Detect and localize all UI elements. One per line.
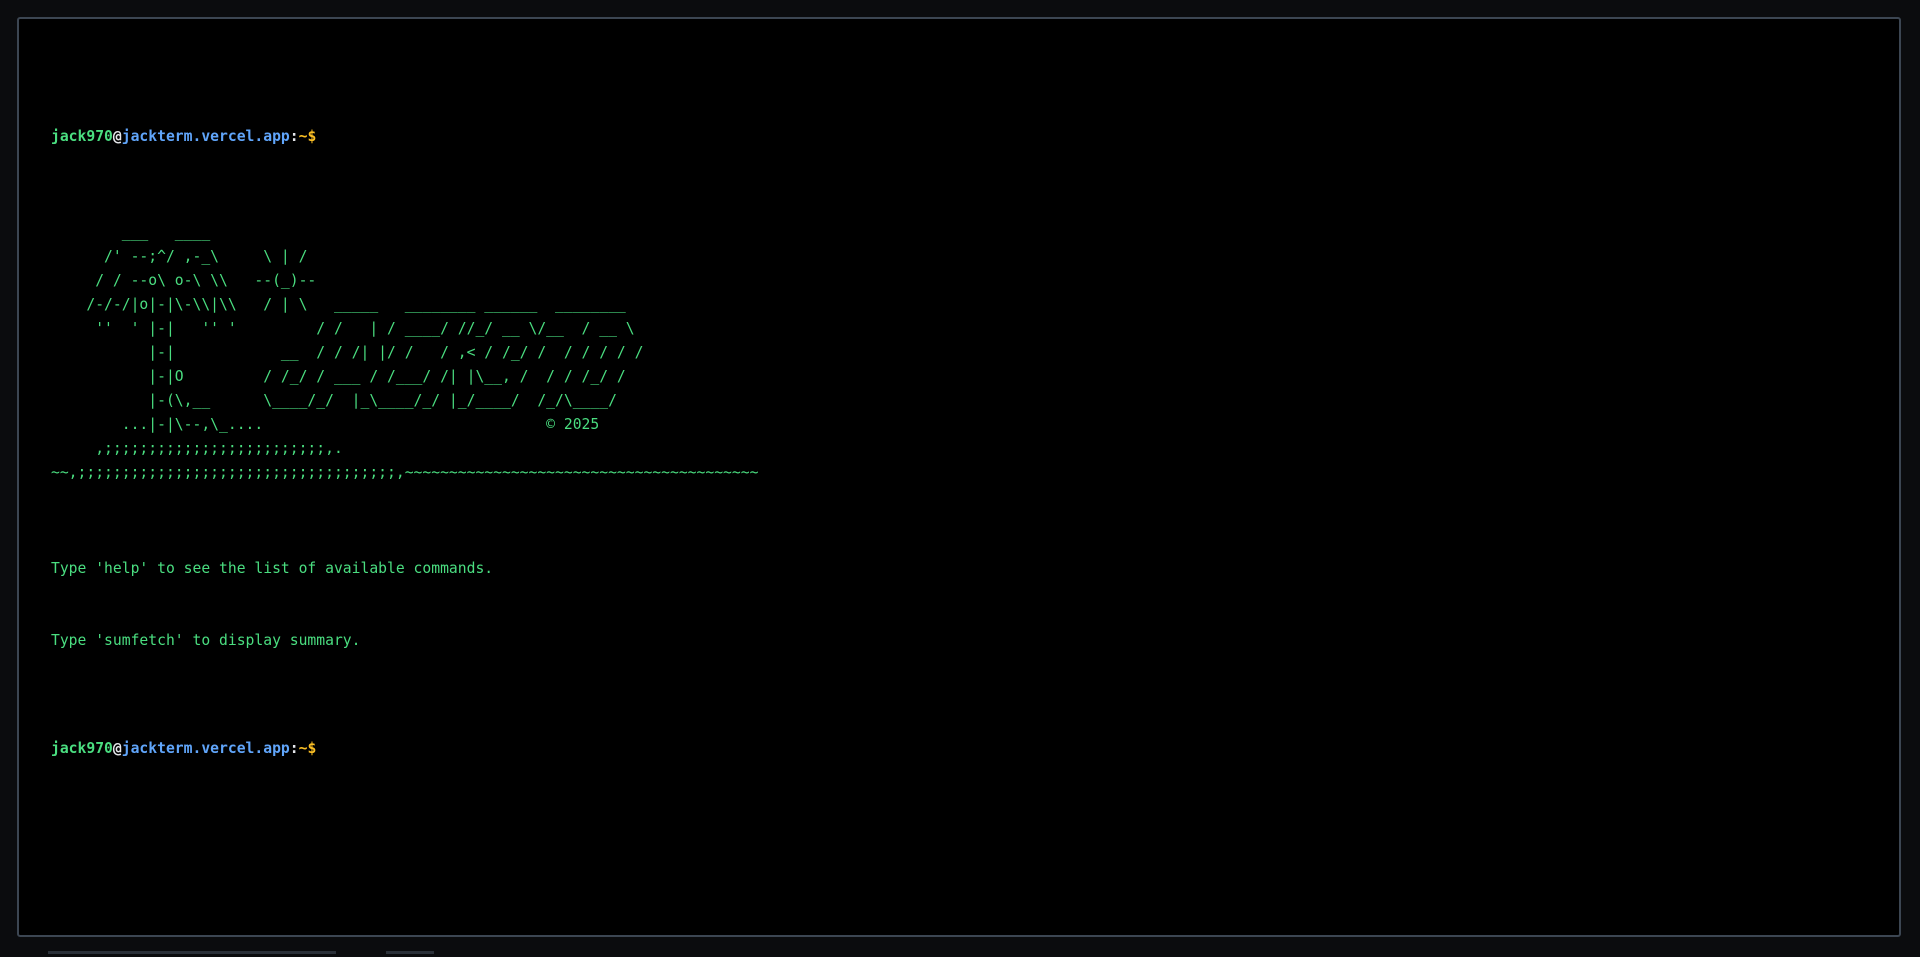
prompt-line-initial: jack970@jackterm.vercel.app:~$ <box>51 125 1879 149</box>
bottom-scrollbar-segment <box>386 951 434 954</box>
prompt-line-active[interactable]: jack970@jackterm.vercel.app:~$ <box>51 737 1879 761</box>
help-hint-line: Type 'help' to see the list of available… <box>51 560 494 577</box>
prompt-symbol: $ <box>307 740 317 757</box>
prompt-colon: : <box>289 740 299 757</box>
bottom-scrollbar-segment <box>48 951 336 954</box>
prompt-user: jack970 <box>51 128 113 145</box>
prompt-user: jack970 <box>51 740 113 757</box>
prompt-host: jackterm.vercel.app <box>121 740 290 757</box>
prompt-symbol: $ <box>307 128 317 145</box>
prompt-host: jackterm.vercel.app <box>121 128 290 145</box>
prompt-at-sign: @ <box>112 740 122 757</box>
terminal-output: jack970@jackterm.vercel.app:~$ ___ ____ … <box>51 53 1879 833</box>
prompt-colon: : <box>289 128 299 145</box>
ascii-banner: ___ ____ /' --;^/ ,-_\ \ | / / / --o\ o-… <box>51 224 759 481</box>
prompt-at-sign: @ <box>112 128 122 145</box>
terminal-window[interactable]: jack970@jackterm.vercel.app:~$ ___ ____ … <box>17 17 1901 937</box>
sumfetch-hint-line: Type 'sumfetch' to display summary. <box>51 632 361 649</box>
